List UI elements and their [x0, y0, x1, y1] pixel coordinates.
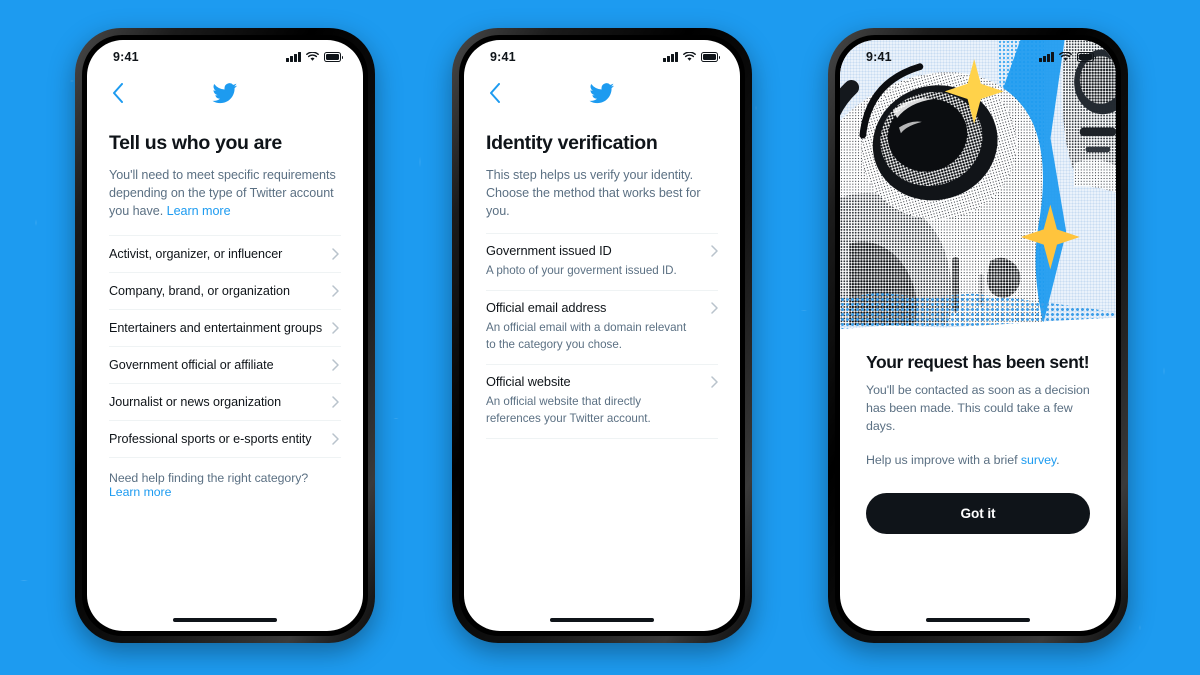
help-footer: Need help finding the right category? Le… [109, 458, 341, 499]
verification-description: An official website that directly refere… [486, 395, 651, 425]
nav-bar-1 [87, 70, 363, 116]
chevron-right-icon [711, 376, 718, 388]
status-time: 9:41 [490, 50, 516, 64]
category-label: Company, brand, or organization [109, 284, 290, 298]
category-row-activist[interactable]: Activist, organizer, or influencer [109, 235, 341, 273]
verification-row-government-id[interactable]: Government issued ID A photo of your gov… [486, 233, 718, 292]
page-description: You'll need to meet specific requirement… [109, 166, 341, 220]
chevron-right-icon [332, 322, 339, 334]
wifi-icon [683, 52, 696, 61]
verification-description: A photo of your goverment issued ID. [486, 264, 677, 277]
help-footer-text: Need help finding the right category? [109, 471, 309, 485]
twitter-bird-icon [589, 80, 616, 107]
category-label: Activist, organizer, or influencer [109, 247, 283, 261]
screen-tell-us-who-you-are: 9:41 Tell us who you are You'll need to … [87, 40, 363, 631]
chevron-right-icon [332, 433, 339, 445]
verification-title: Government issued ID [486, 243, 612, 258]
content-3: Your request has been sent! You'll be co… [840, 352, 1116, 535]
page-title: Tell us who you are [109, 132, 282, 154]
verification-title: Official email address [486, 300, 607, 316]
phone-mockup-1: 9:41 Tell us who you are You'll need to … [75, 28, 375, 643]
chevron-right-icon [332, 359, 339, 371]
verification-row-official-website[interactable]: Official website An official website tha… [486, 365, 718, 440]
back-button[interactable] [484, 82, 506, 104]
category-row-entertainers[interactable]: Entertainers and entertainment groups [109, 310, 341, 347]
page-title: Your request has been sent! [866, 352, 1090, 372]
status-bar-3: 9:41 [840, 40, 1116, 70]
category-row-company[interactable]: Company, brand, or organization [109, 273, 341, 310]
status-indicators [1039, 52, 1097, 62]
home-indicator [173, 617, 277, 622]
survey-link[interactable]: survey [1021, 453, 1056, 467]
learn-more-link[interactable]: Learn more [167, 204, 231, 218]
phone-bezel-3: 9:41 Your request has been sent! You'll … [835, 35, 1121, 636]
status-bar-1: 9:41 [87, 40, 363, 70]
nav-bar-2 [464, 70, 740, 116]
help-learn-more-link[interactable]: Learn more [109, 485, 171, 499]
home-indicator [926, 617, 1030, 622]
chevron-right-icon [332, 396, 339, 408]
verification-method-list: Government issued ID A photo of your gov… [486, 233, 718, 440]
chevron-left-icon [113, 83, 123, 103]
survey-prompt-suffix: . [1056, 452, 1060, 467]
astronaut-halftone-collage [840, 40, 1116, 340]
chevron-right-icon [711, 302, 718, 314]
wifi-icon [1059, 52, 1072, 61]
twitter-bird-icon [212, 80, 239, 107]
verification-row-header: Official email address [486, 300, 718, 315]
category-row-journalist[interactable]: Journalist or news organization [109, 384, 341, 421]
chevron-left-icon [490, 83, 500, 103]
verification-description: An official email with a domain relevant… [486, 321, 687, 351]
status-time: 9:41 [113, 50, 139, 64]
survey-prompt-prefix: Help us improve with a brief [866, 452, 1021, 467]
phone-bezel-1: 9:41 Tell us who you are You'll need to … [82, 35, 368, 636]
category-label: Journalist or news organization [109, 395, 282, 409]
back-button[interactable] [107, 82, 129, 104]
category-list: Activist, organizer, or influencer Compa… [109, 235, 341, 458]
content-1: Tell us who you are You'll need to meet … [87, 116, 363, 631]
phone-mockup-2: 9:41 Identity verification This step hel… [452, 28, 752, 643]
page-title: Identity verification [486, 132, 658, 154]
battery-full-icon [324, 52, 344, 62]
status-indicators [663, 52, 721, 62]
battery-full-icon [701, 52, 721, 62]
verification-row-header: Official website [486, 374, 718, 389]
got-it-button[interactable]: Got it [866, 493, 1090, 535]
verification-title: Official website [486, 374, 571, 390]
status-time: 9:41 [866, 50, 892, 64]
cellular-signal-icon [1039, 52, 1054, 62]
verification-row-official-email[interactable]: Official email address An official email… [486, 291, 718, 366]
phone-mockup-3: 9:41 Your request has been sent! You'll … [828, 28, 1128, 643]
content-2: Identity verification This step helps us… [464, 116, 740, 631]
survey-prompt: Help us improve with a brief survey. [866, 452, 1090, 470]
category-label: Government official or affiliate [109, 358, 274, 372]
page-description: This step helps us verify your identity.… [486, 168, 701, 218]
verification-row-header: Government issued ID [486, 243, 718, 258]
category-row-government[interactable]: Government official or affiliate [109, 347, 341, 384]
chevron-right-icon [332, 285, 339, 297]
chevron-right-icon [711, 244, 718, 257]
chevron-right-icon [332, 248, 339, 260]
cellular-signal-icon [286, 52, 301, 62]
battery-full-icon [1077, 52, 1097, 62]
screen-identity-verification: 9:41 Identity verification This step hel… [464, 40, 740, 631]
confirmation-body: You'll be contacted as soon as a decisio… [866, 383, 1090, 433]
category-label: Professional sports or e-sports entity [109, 432, 312, 446]
phone-bezel-2: 9:41 Identity verification This step hel… [459, 35, 745, 636]
status-bar-2: 9:41 [464, 40, 740, 70]
cellular-signal-icon [663, 52, 678, 62]
screen-request-sent: 9:41 Your request has been sent! You'll … [840, 40, 1116, 631]
category-label: Entertainers and entertainment groups [109, 321, 323, 335]
status-indicators [286, 52, 344, 62]
home-indicator [550, 617, 654, 622]
wifi-icon [306, 52, 319, 61]
category-row-sports[interactable]: Professional sports or e-sports entity [109, 421, 341, 458]
astronaut-illustration [840, 40, 1116, 326]
